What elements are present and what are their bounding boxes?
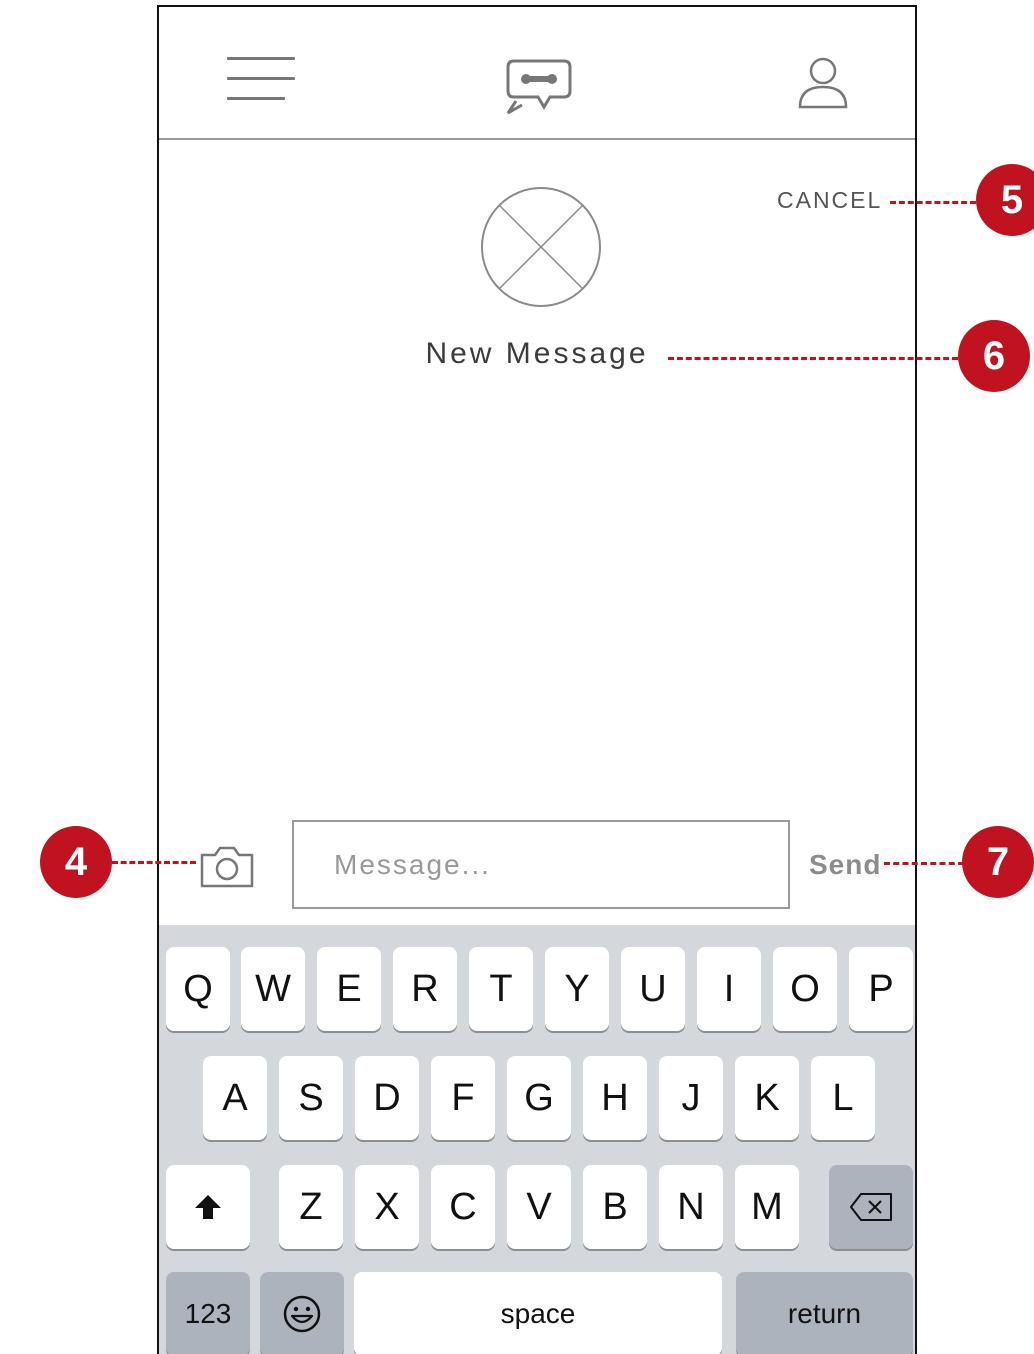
return-key[interactable]: return xyxy=(736,1272,913,1354)
key-t[interactable]: T xyxy=(469,947,533,1031)
key-q[interactable]: Q xyxy=(166,947,230,1031)
camera-icon[interactable] xyxy=(199,845,255,894)
key-r[interactable]: R xyxy=(393,947,457,1031)
key-w[interactable]: W xyxy=(241,947,305,1031)
key-c[interactable]: C xyxy=(431,1165,495,1249)
top-navigation-bar xyxy=(159,7,915,140)
onscreen-keyboard: Q W E R T Y U I O P A S D F G H J K L Z … xyxy=(159,925,915,1354)
numbers-key[interactable]: 123 xyxy=(166,1272,250,1354)
key-h[interactable]: H xyxy=(583,1056,647,1140)
cancel-button[interactable]: CANCEL xyxy=(777,187,882,214)
callout-6-badge: 6 xyxy=(958,320,1030,392)
backspace-icon xyxy=(850,1193,892,1221)
emoji-key[interactable] xyxy=(260,1272,344,1354)
key-a[interactable]: A xyxy=(203,1056,267,1140)
callout-5-badge: 5 xyxy=(976,164,1034,236)
key-l[interactable]: L xyxy=(811,1056,875,1140)
key-i[interactable]: I xyxy=(697,947,761,1031)
hamburger-menu-icon[interactable] xyxy=(227,57,295,105)
key-m[interactable]: M xyxy=(735,1165,799,1249)
key-v[interactable]: V xyxy=(507,1165,571,1249)
send-button[interactable]: Send xyxy=(809,849,881,881)
key-g[interactable]: G xyxy=(507,1056,571,1140)
key-e[interactable]: E xyxy=(317,947,381,1031)
callout-4-line xyxy=(112,861,196,864)
user-profile-icon[interactable] xyxy=(797,55,849,116)
callout-4-badge: 4 xyxy=(40,826,112,898)
key-x[interactable]: X xyxy=(355,1165,419,1249)
key-j[interactable]: J xyxy=(659,1056,723,1140)
key-n[interactable]: N xyxy=(659,1165,723,1249)
key-s[interactable]: S xyxy=(279,1056,343,1140)
chat-wrench-logo-icon[interactable] xyxy=(502,47,576,120)
key-z[interactable]: Z xyxy=(279,1165,343,1249)
space-key[interactable]: space xyxy=(354,1272,722,1354)
callout-6-line xyxy=(668,357,958,360)
callout-5-line xyxy=(890,201,976,204)
shift-arrow-icon xyxy=(195,1195,221,1219)
shift-key[interactable] xyxy=(166,1165,250,1249)
image-placeholder-icon xyxy=(479,185,603,314)
new-message-title: New Message xyxy=(425,337,649,370)
emoji-icon xyxy=(283,1295,321,1333)
key-b[interactable]: B xyxy=(583,1165,647,1249)
key-p[interactable]: P xyxy=(849,947,913,1031)
key-u[interactable]: U xyxy=(621,947,685,1031)
message-input[interactable] xyxy=(292,820,790,909)
key-f[interactable]: F xyxy=(431,1056,495,1140)
phone-frame: CANCEL New Message Send Q W E R T Y U I … xyxy=(157,5,917,1354)
callout-7-badge: 7 xyxy=(962,826,1034,898)
key-y[interactable]: Y xyxy=(545,947,609,1031)
delete-key[interactable] xyxy=(829,1165,913,1249)
callout-7-line xyxy=(884,862,964,865)
key-o[interactable]: O xyxy=(773,947,837,1031)
key-d[interactable]: D xyxy=(355,1056,419,1140)
key-k[interactable]: K xyxy=(735,1056,799,1140)
